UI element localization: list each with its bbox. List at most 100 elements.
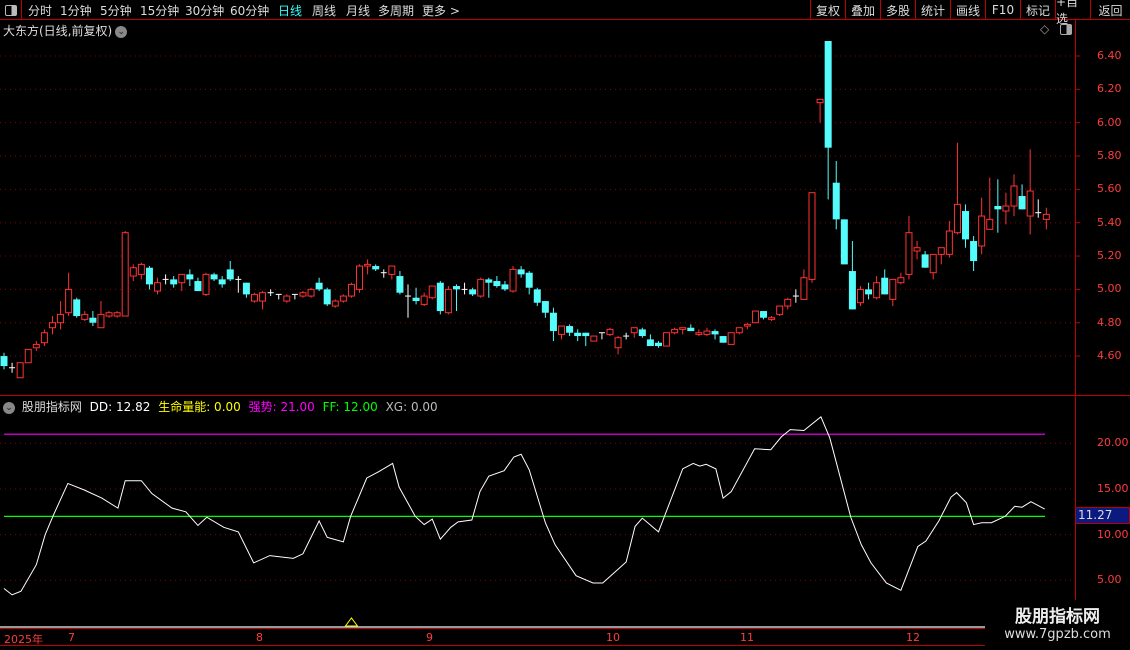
candle-body — [186, 274, 194, 280]
candle-body — [210, 274, 218, 280]
kline-chart[interactable] — [0, 0, 1130, 650]
candle-body — [525, 272, 533, 288]
candle-body — [250, 293, 258, 302]
candle-body — [396, 276, 404, 293]
date-tick-label: 10 — [606, 631, 620, 644]
price-tick-label: 6.40 — [1097, 49, 1122, 62]
candle-body — [121, 232, 129, 317]
dd-value: DD: 12.82 — [89, 400, 151, 414]
candle-body — [331, 300, 339, 307]
candle-body — [105, 312, 113, 317]
candle-body — [501, 284, 509, 290]
candle-body — [315, 282, 323, 290]
indicator-name[interactable]: 股朋指标网 — [22, 400, 82, 414]
candle-body — [428, 285, 436, 299]
candle-body — [727, 332, 735, 345]
candle-body — [937, 247, 945, 255]
indicator-tick-label: 20.00 — [1097, 436, 1129, 450]
xg-value: XG: 0.00 — [385, 400, 438, 414]
candle-body — [1010, 185, 1018, 207]
ff-value: FF: 12.00 — [322, 400, 378, 414]
candle-body — [776, 305, 784, 315]
candle-body — [889, 278, 897, 300]
candle-body — [566, 326, 574, 333]
candle-body — [242, 282, 250, 295]
candle-body — [218, 279, 226, 285]
candle-body — [509, 268, 517, 292]
candle-body — [582, 332, 590, 337]
candle-body — [194, 281, 202, 292]
candle-body — [978, 215, 986, 247]
candle-body — [986, 218, 994, 230]
price-tick-label: 5.00 — [1097, 282, 1122, 296]
date-tick-label: 7 — [68, 631, 75, 644]
candle-body — [865, 289, 873, 295]
watermark: 股朋指标网 www.7gpzb.com — [985, 600, 1130, 650]
candle-body — [687, 327, 695, 332]
candle-body — [137, 263, 145, 275]
price-tick-label: 4.60 — [1097, 349, 1122, 363]
strong-value: 强势: 21.00 — [248, 400, 315, 414]
candle-body — [751, 310, 759, 324]
life-energy-value: 生命量能: 0.00 — [158, 400, 241, 414]
xg-signal-marker — [344, 617, 359, 627]
candle-body — [574, 332, 582, 337]
candle-body — [541, 301, 549, 313]
candle-body — [646, 339, 654, 347]
indicator-tick-label: 5.00 — [1097, 573, 1122, 587]
candle-body — [1042, 213, 1050, 220]
candle-body — [388, 265, 396, 275]
chevron-down-icon[interactable]: ⌄ — [3, 401, 15, 414]
panel-divider — [0, 395, 1130, 396]
candle-body — [32, 343, 40, 349]
date-tick-label: 9 — [426, 631, 433, 644]
candle-body — [81, 313, 89, 320]
candle-body — [517, 269, 525, 275]
current-dd-value-box: 11.27 — [1075, 507, 1130, 524]
candle-body — [945, 230, 953, 255]
price-tick-label: 5.80 — [1097, 149, 1122, 163]
date-axis: 2025年 7 8 9 10 11 12 — [0, 628, 985, 646]
candle-body — [178, 273, 186, 284]
candle-body — [719, 336, 727, 343]
candle-body — [606, 328, 614, 335]
candle-body — [921, 254, 929, 268]
candle-body — [412, 297, 420, 302]
candle-body — [994, 206, 1002, 210]
candle-body — [558, 325, 566, 335]
candle-body — [663, 332, 671, 347]
candle-body — [873, 282, 881, 299]
date-tick-label: 2025年 — [4, 633, 43, 646]
candle-body — [703, 330, 711, 335]
candle-body — [614, 337, 622, 349]
candle-body — [1026, 190, 1034, 217]
candle-body — [452, 286, 460, 290]
candle-body — [768, 317, 776, 320]
date-tick-label: 8 — [256, 631, 263, 644]
candle-body — [485, 279, 493, 283]
watermark-title: 股朋指标网 — [1015, 607, 1100, 627]
candle-body — [347, 283, 355, 297]
candle-body — [129, 267, 137, 277]
candle-body — [735, 327, 743, 334]
candle-body — [784, 298, 792, 307]
candle-body — [48, 322, 56, 329]
candle-body — [323, 289, 331, 305]
candle-body — [372, 266, 380, 270]
candle-body — [364, 263, 372, 267]
price-tick-label: 5.40 — [1097, 215, 1122, 229]
candle-body — [299, 292, 307, 297]
candle-body — [170, 279, 178, 285]
candle-body — [808, 192, 816, 280]
indicator-tick-label: 10.00 — [1097, 527, 1129, 541]
candle-body — [24, 348, 32, 364]
candle-body — [0, 356, 8, 367]
candle-body — [73, 299, 81, 317]
candle-body — [953, 203, 961, 234]
candle-body — [1002, 205, 1010, 212]
candle-body — [929, 253, 937, 274]
candle-body — [89, 317, 97, 323]
candle-body — [65, 288, 73, 314]
candle-body — [154, 282, 162, 292]
candle-body — [800, 277, 808, 300]
